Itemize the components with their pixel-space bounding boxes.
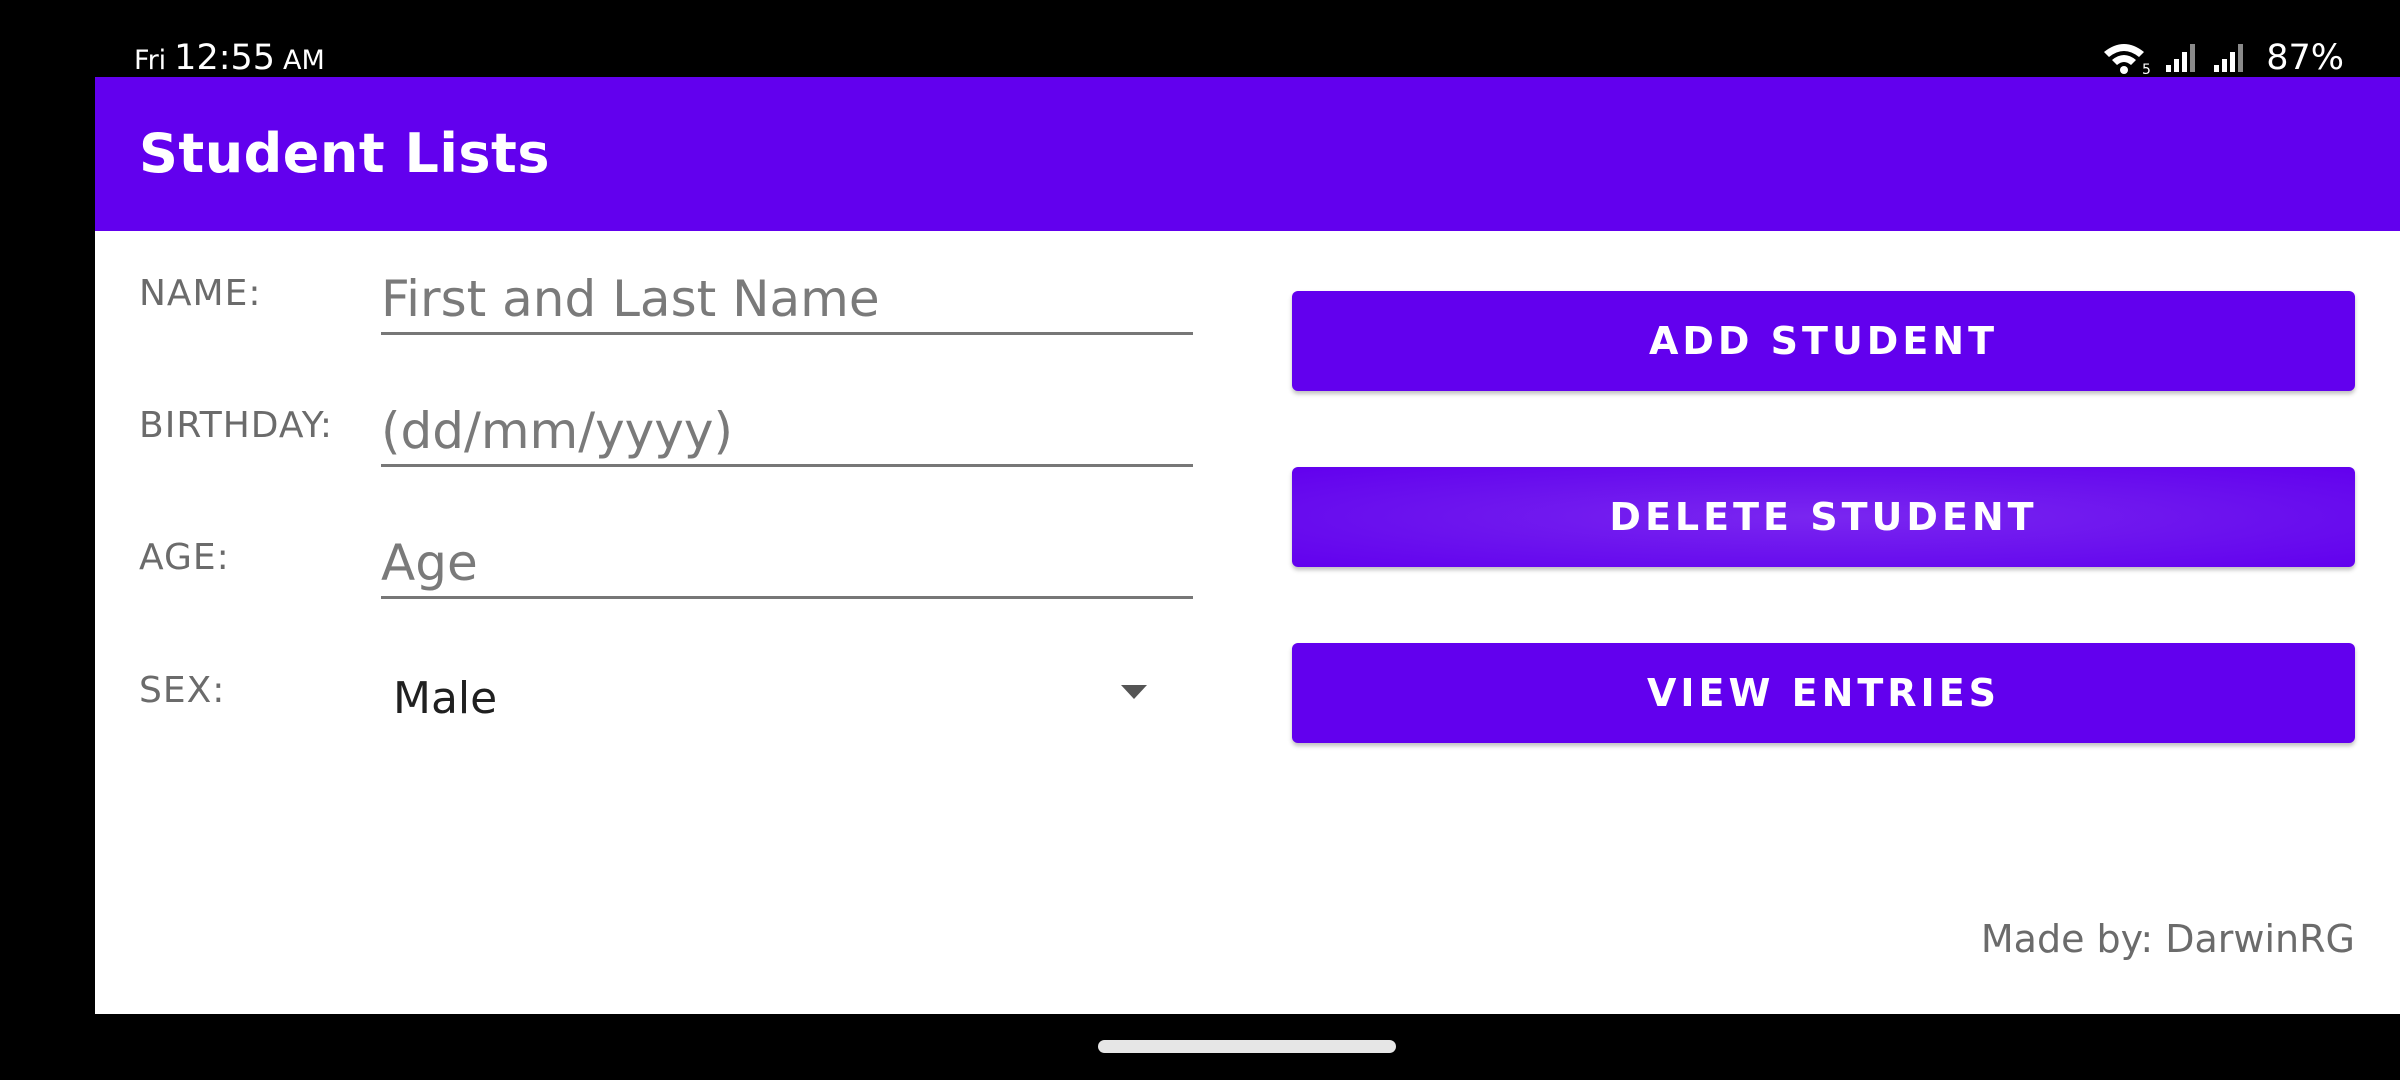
home-indicator[interactable] <box>1098 1040 1396 1053</box>
age-label: AGE: <box>139 537 230 578</box>
status-time: 12:55 <box>174 38 276 78</box>
birthday-input[interactable] <box>381 397 1193 464</box>
status-ampm: AM <box>283 45 325 76</box>
birthday-label: BIRTHDAY: <box>139 405 334 446</box>
age-input[interactable] <box>381 529 1193 596</box>
footer-credit: Made by: DarwinRG <box>1980 917 2355 961</box>
battery-percent: 87% <box>2266 38 2344 78</box>
page-title: Student Lists <box>139 122 550 185</box>
status-clock-group: Fri 12:55 AM <box>134 38 325 78</box>
delete-student-button[interactable]: DELETE STUDENT <box>1292 467 2355 567</box>
name-field-container <box>381 265 1193 335</box>
device-screen: Fri 12:55 AM 5 87% Student Lists NAME: F… <box>0 0 2400 1080</box>
status-indicators: 5 87% <box>2102 38 2344 78</box>
signal-icon-secondary <box>2212 43 2246 73</box>
view-entries-button[interactable]: VIEW ENTRIES <box>1292 643 2355 743</box>
app-window: Student Lists NAME: BIRTHDAY: AGE: SEX: … <box>95 77 2400 1014</box>
sex-dropdown[interactable]: Male <box>381 647 1261 747</box>
name-input[interactable] <box>381 265 1193 332</box>
signal-icon <box>2164 43 2198 73</box>
sex-selected-value: Male <box>393 673 498 724</box>
dropdown-arrow-icon <box>1119 683 1149 706</box>
sex-label: SEX: <box>139 670 226 711</box>
birthday-field-container <box>381 397 1193 467</box>
age-field-container <box>381 529 1193 599</box>
wifi-badge: 5 <box>2142 62 2150 76</box>
name-label: NAME: <box>139 273 262 314</box>
wifi-icon: 5 <box>2102 40 2150 76</box>
add-student-button[interactable]: ADD STUDENT <box>1292 291 2355 391</box>
status-bar: Fri 12:55 AM 5 87% <box>0 0 2400 78</box>
status-day: Fri <box>134 45 167 76</box>
app-bar: Student Lists <box>95 77 2400 231</box>
